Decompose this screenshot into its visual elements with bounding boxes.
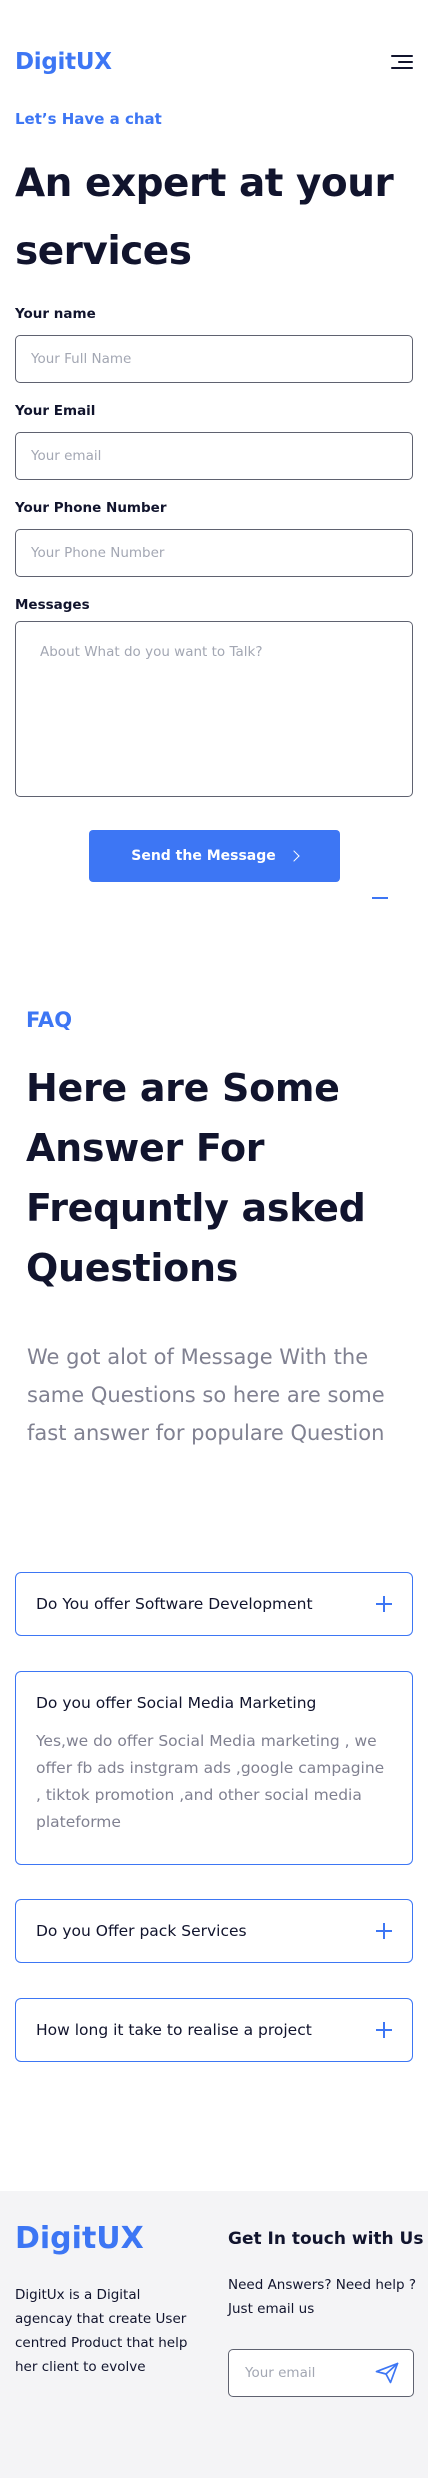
phone-label: Your Phone Number [15, 500, 167, 516]
plus-icon[interactable] [376, 1596, 392, 1612]
name-input[interactable] [15, 335, 413, 383]
contact-eyebrow: Let’s Have a chat [15, 110, 162, 128]
send-message-label: Send the Message [131, 848, 276, 864]
divider-dash [372, 897, 388, 899]
faq-subtitle: We got alot of Message With the same Que… [27, 1345, 385, 1445]
footer-logo[interactable]: DigitUX [15, 2221, 144, 2256]
paper-plane-icon[interactable] [375, 2362, 399, 2384]
footer-email-input[interactable] [229, 2350, 369, 2395]
faq-item-expanded[interactable]: Do you offer Social Media Marketing Yes,… [15, 1671, 413, 1865]
message-label: Messages [15, 597, 90, 613]
faq-item[interactable]: Do you Offer pack Services [15, 1899, 413, 1963]
footer-contact-text: Need Answers? Need help ? Just email us [228, 2277, 416, 2317]
footer: DigitUX DigitUx is a Digital agencay tha… [0, 2191, 428, 2478]
email-input[interactable] [15, 432, 413, 480]
faq-title: Here are Some Answer For Frequntly asked… [26, 1066, 366, 1290]
logo[interactable]: DigitUX [15, 49, 112, 75]
contact-title: An expert at your services [15, 161, 394, 274]
faq-eyebrow: FAQ [26, 1008, 73, 1032]
hamburger-menu-icon[interactable] [389, 52, 413, 72]
faq-question: Do you offer Social Media Marketing [36, 1694, 317, 1712]
header: DigitUX [15, 44, 413, 80]
message-textarea[interactable] [15, 621, 413, 797]
plus-icon[interactable] [376, 2022, 392, 2038]
faq-item[interactable]: How long it take to realise a project [15, 1998, 413, 2062]
chevron-right-icon [288, 850, 300, 862]
faq-answer: Yes,we do offer Social Media marketing ,… [36, 1732, 385, 1831]
faq-question: How long it take to realise a project [36, 2021, 312, 2039]
faq-question: Do You offer Software Development [36, 1595, 313, 1613]
footer-email-box [228, 2349, 414, 2397]
name-label: Your name [15, 306, 96, 322]
send-message-button[interactable]: Send the Message [89, 830, 340, 882]
faq-item[interactable]: Do You offer Software Development [15, 1572, 413, 1636]
email-label: Your Email [15, 403, 96, 419]
faq-question: Do you Offer pack Services [36, 1922, 247, 1940]
footer-contact-heading: Get In touch with Us [228, 2229, 424, 2249]
plus-icon[interactable] [376, 1923, 392, 1939]
phone-input[interactable] [15, 529, 413, 577]
footer-description: DigitUx is a Digital agencay that create… [15, 2287, 188, 2375]
